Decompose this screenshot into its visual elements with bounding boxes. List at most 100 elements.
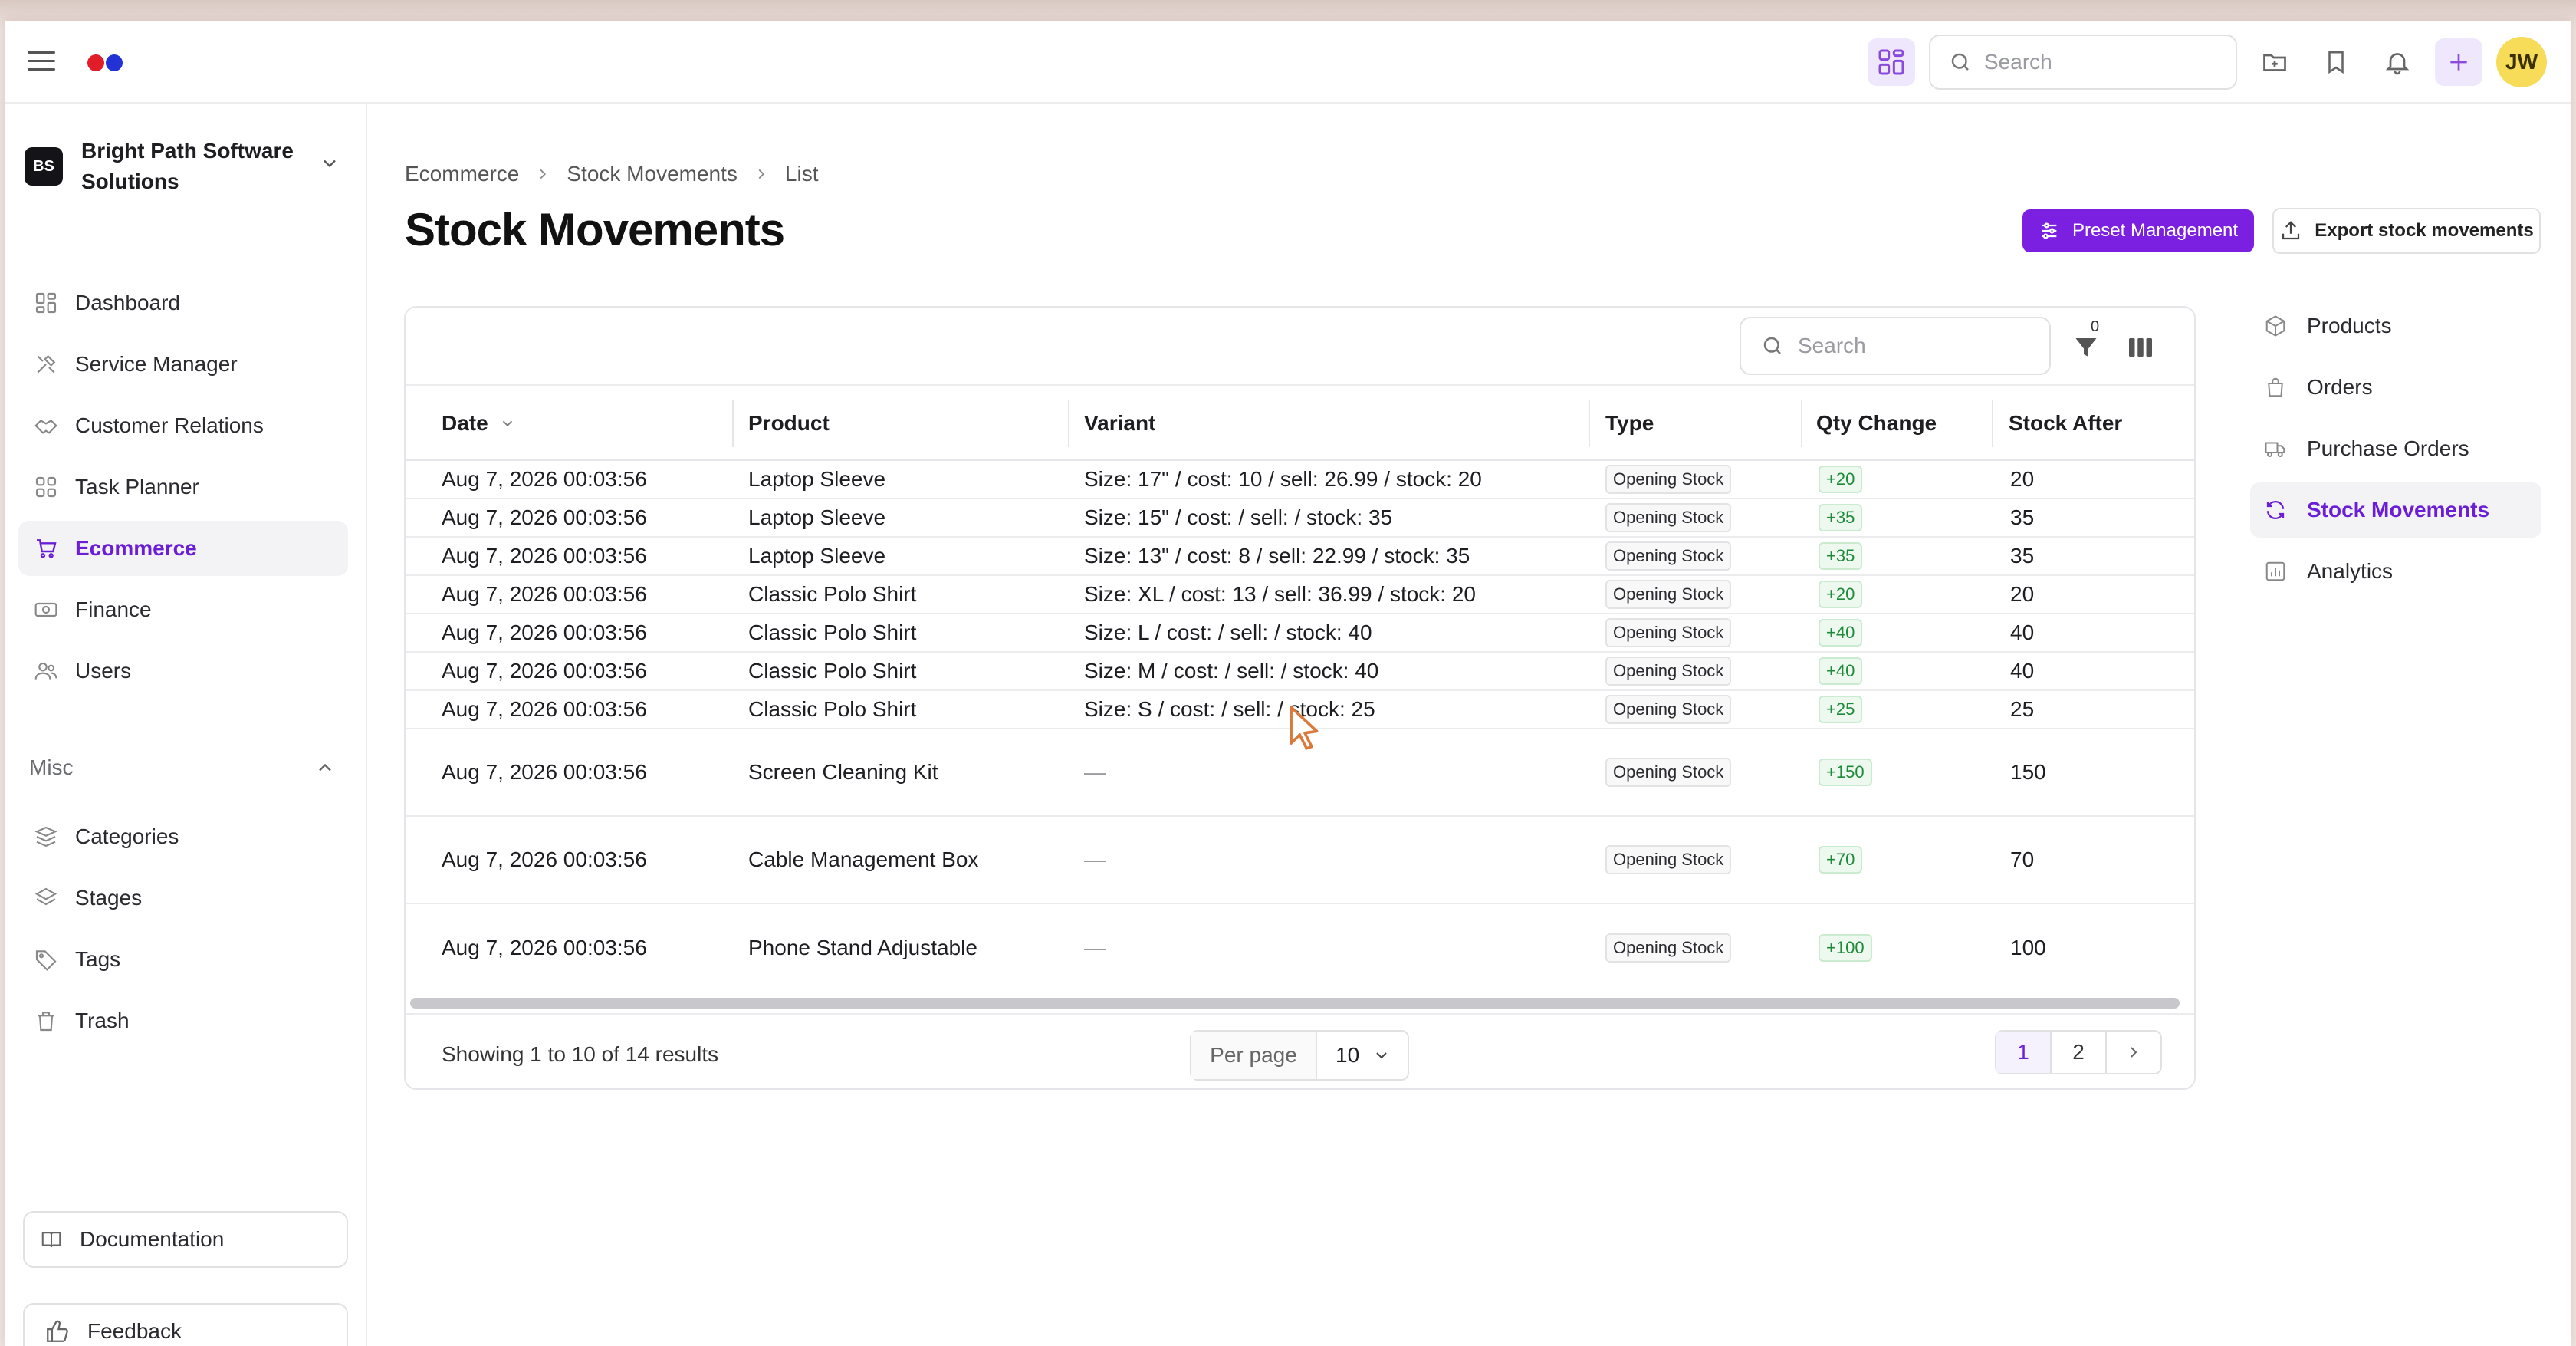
logo-dot-blue [106, 54, 123, 71]
sidebar-item-dashboard[interactable]: Dashboard [18, 275, 348, 331]
documentation-button[interactable]: Documentation [23, 1211, 348, 1268]
menu-icon[interactable] [28, 51, 55, 71]
cell-type: Opening Stock [1605, 576, 1732, 613]
sidebar-item-categories[interactable]: Categories [18, 809, 348, 864]
app-logo[interactable] [87, 54, 123, 71]
cell-stock-after: 150 [2010, 760, 2046, 784]
sidebar-item-trash[interactable]: Trash [18, 993, 348, 1048]
subnav-item-stock-movements[interactable]: Stock Movements [2250, 482, 2542, 538]
categories-icon [34, 826, 58, 847]
cell-qty: +100 [1819, 904, 1872, 992]
breadcrumb-stock-movements[interactable]: Stock Movements [567, 162, 738, 186]
table-header: Date Product Variant Type Qty Change Sto… [406, 386, 2194, 461]
cell-qty: +20 [1819, 461, 1863, 498]
cell-type: Opening Stock [1605, 499, 1732, 536]
cell-variant: Size: 13" / cost: 8 / sell: 22.99 / stoc… [1084, 544, 1470, 568]
column-divider[interactable] [1068, 400, 1070, 447]
cell-type: Opening Stock [1605, 538, 1732, 574]
page-button-2[interactable]: 2 [2052, 1032, 2107, 1073]
column-divider[interactable] [732, 400, 734, 447]
sidebar-item-task-planner[interactable]: Task Planner [18, 459, 348, 515]
column-divider[interactable] [1801, 400, 1802, 447]
filter-icon[interactable] [2072, 334, 2100, 361]
book-icon [41, 1232, 61, 1248]
table-row[interactable]: Aug 7, 2026 00:03:56 Classic Polo Shirt … [406, 576, 2194, 614]
cell-variant: — [1084, 760, 1106, 784]
sidebar-item-tags[interactable]: Tags [18, 932, 348, 987]
preset-management-button[interactable]: Preset Management [2022, 209, 2254, 252]
global-search-input[interactable]: Search [1929, 35, 2237, 90]
cell-variant: Size: XL / cost: 13 / sell: 36.99 / stoc… [1084, 582, 1476, 606]
sort-chevron-icon [502, 420, 512, 427]
cell-qty: +35 [1819, 538, 1863, 574]
screen-frame: Search JW BS Bright Path Software Soluti… [0, 0, 2576, 1346]
per-page-value-wrap[interactable]: 10 [1317, 1043, 1408, 1068]
sidebar-item-stages[interactable]: Stages [18, 870, 348, 926]
table-row[interactable]: Aug 7, 2026 00:03:56 Phone Stand Adjusta… [406, 904, 2194, 992]
cell-variant: Size: 17" / cost: 10 / sell: 26.99 / sto… [1084, 467, 1482, 491]
cell-date: Aug 7, 2026 00:03:56 [442, 847, 647, 871]
table-row[interactable]: Aug 7, 2026 00:03:56 Laptop Sleeve Size:… [406, 499, 2194, 538]
column-header-variant[interactable]: Variant [1084, 386, 1155, 461]
column-header-type[interactable]: Type [1605, 386, 1654, 461]
bell-icon[interactable] [2374, 38, 2421, 86]
subnav-item-label: Analytics [2307, 559, 2394, 583]
next-page-button[interactable] [2107, 1032, 2160, 1073]
cell-type: Opening Stock [1605, 729, 1732, 815]
column-header-label: Date [442, 411, 488, 435]
column-header-qty-change[interactable]: Qty Change [1816, 386, 1937, 461]
top-bar: Search JW [5, 21, 2571, 104]
column-header-stock-after[interactable]: Stock After [2009, 386, 2122, 461]
column-divider[interactable] [1992, 400, 1993, 447]
qty-badge: +100 [1819, 934, 1872, 962]
column-header-date[interactable]: Date [442, 386, 516, 461]
cell-qty: +35 [1819, 499, 1863, 536]
sidebar-item-customer-relations[interactable]: Customer Relations [18, 398, 348, 453]
column-divider[interactable] [1589, 400, 1590, 447]
apps-grid-icon[interactable] [1868, 38, 1915, 86]
table-row[interactable]: Aug 7, 2026 00:03:56 Laptop Sleeve Size:… [406, 538, 2194, 576]
cell-stock-after: 20 [2010, 582, 2035, 606]
grid-icon [35, 476, 57, 498]
per-page-select[interactable]: Per page 10 [1190, 1030, 1409, 1081]
column-header-product[interactable]: Product [748, 386, 830, 461]
export-button[interactable]: Export stock movements [2272, 208, 2541, 254]
folder-icon[interactable] [2251, 38, 2298, 86]
misc-section-toggle[interactable]: Misc [29, 755, 336, 780]
table-row[interactable]: Aug 7, 2026 00:03:56 Classic Polo Shirt … [406, 614, 2194, 653]
sidebar-item-label: Tags [75, 947, 121, 971]
cell-date: Aug 7, 2026 00:03:56 [442, 582, 647, 606]
table-row[interactable]: Aug 7, 2026 00:03:56 Classic Polo Shirt … [406, 653, 2194, 691]
sidebar-item-ecommerce[interactable]: Ecommerce [18, 521, 348, 576]
subnav-item-products[interactable]: Products [2250, 298, 2542, 354]
table-row[interactable]: Aug 7, 2026 00:03:56 Laptop Sleeve Size:… [406, 461, 2194, 499]
sidebar-item-service-manager[interactable]: Service Manager [18, 337, 348, 392]
column-header-label: Type [1605, 411, 1654, 435]
table-search-input[interactable]: Search [1740, 317, 2051, 375]
table-row[interactable]: Aug 7, 2026 00:03:56 Cable Management Bo… [406, 817, 2194, 904]
subnav-item-analytics[interactable]: Analytics [2250, 544, 2542, 599]
sidebar-item-finance[interactable]: Finance [18, 582, 348, 637]
subnav-item-label: Products [2307, 314, 2392, 337]
breadcrumb-ecommerce[interactable]: Ecommerce [405, 162, 519, 186]
horizontal-scrollbar[interactable] [410, 998, 2180, 1009]
qty-badge: +20 [1819, 581, 1863, 608]
create-plus-icon[interactable] [2435, 38, 2482, 86]
cell-product: Cable Management Box [748, 847, 979, 871]
cell-qty: +40 [1819, 653, 1863, 689]
sidebar-item-users[interactable]: Users [18, 643, 348, 699]
columns-icon[interactable] [2126, 334, 2155, 361]
subnav-item-label: Stock Movements [2307, 498, 2490, 522]
subnav-item-orders[interactable]: Orders [2250, 360, 2542, 415]
feedback-button[interactable]: Feedback [23, 1303, 348, 1346]
cell-variant: — [1084, 936, 1106, 959]
org-switcher[interactable]: BS Bright Path Software Solutions [25, 136, 347, 197]
subnav-item-purchase-orders[interactable]: Purchase Orders [2250, 421, 2542, 476]
subnav-item-label: Purchase Orders [2307, 436, 2469, 460]
app-window: Search JW BS Bright Path Software Soluti… [5, 21, 2571, 1346]
page-button-1[interactable]: 1 [1996, 1032, 2052, 1073]
logo-dot-red [87, 54, 104, 71]
cell-qty: +20 [1819, 576, 1863, 613]
bookmark-icon[interactable] [2312, 38, 2360, 86]
user-avatar[interactable]: JW [2496, 37, 2547, 87]
